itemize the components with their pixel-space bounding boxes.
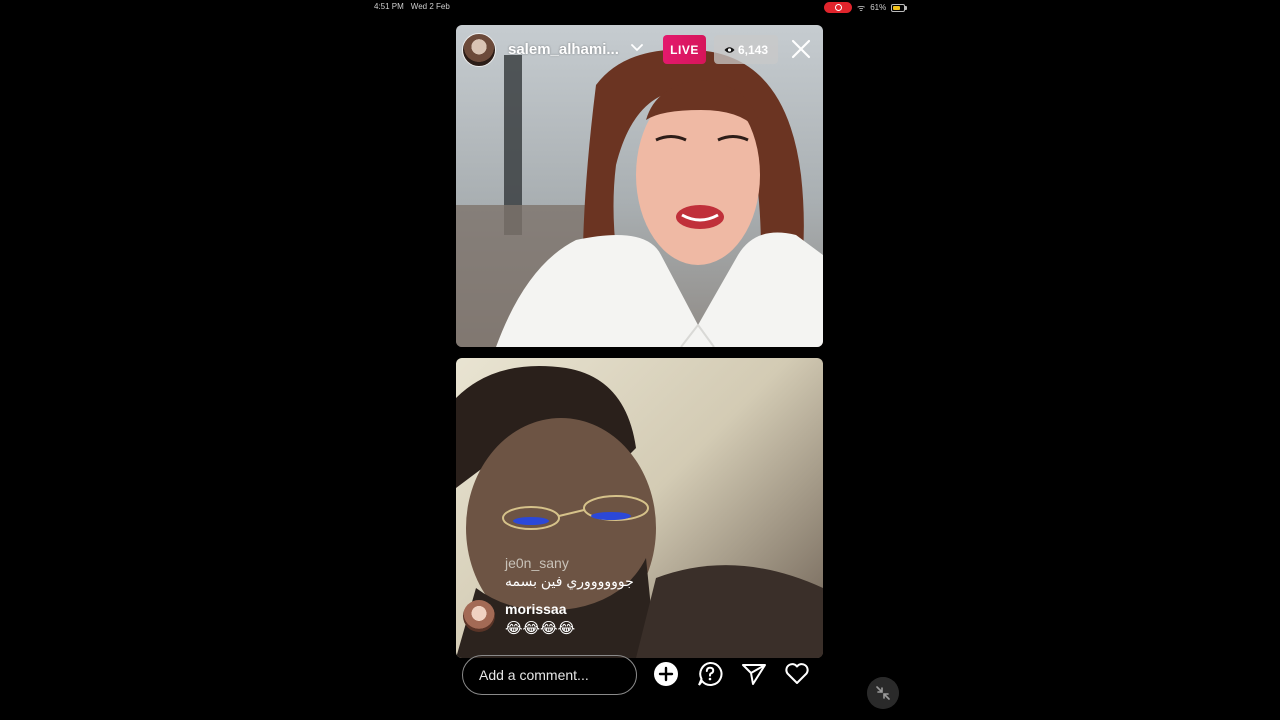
live-badge: LIVE (663, 35, 706, 64)
host-avatar[interactable] (462, 33, 496, 67)
status-bar-left: 4:51 PM Wed 2 Feb (374, 2, 450, 11)
comment-text: جووووووري فين بسمه (505, 573, 634, 589)
question-bubble-icon[interactable] (697, 661, 723, 687)
comment-text: 😂😂😂😂 (505, 620, 576, 637)
live-label: LIVE (670, 42, 699, 57)
minimize-icon[interactable] (867, 677, 899, 709)
viewer-count: 6,143 (737, 42, 769, 57)
eye-icon (724, 46, 735, 53)
wifi-icon: ᯤ (857, 3, 866, 13)
comment-avatar[interactable] (463, 600, 495, 632)
host-video (456, 25, 823, 347)
status-time: 4:51 PM (374, 2, 404, 11)
host-video-frame (456, 25, 823, 347)
heart-icon[interactable] (784, 661, 810, 687)
viewer-count-badge[interactable]: 6,143 (714, 35, 778, 64)
comment-username[interactable]: morissaa (505, 601, 566, 617)
comment-username[interactable]: je0n_sany (505, 555, 569, 571)
status-bar-right: ᯤ 61% (824, 1, 908, 14)
chevron-down-icon[interactable] (629, 40, 645, 56)
host-username[interactable]: salem_alhami... (508, 41, 619, 58)
screen-record-icon (824, 2, 852, 13)
comment-input[interactable] (462, 655, 637, 695)
battery-icon (891, 3, 908, 12)
battery-percent: 61% (870, 3, 887, 12)
close-icon[interactable] (790, 38, 812, 60)
status-date: Wed 2 Feb (410, 2, 450, 11)
send-icon[interactable] (741, 661, 767, 687)
plus-circle-icon[interactable] (653, 661, 679, 687)
